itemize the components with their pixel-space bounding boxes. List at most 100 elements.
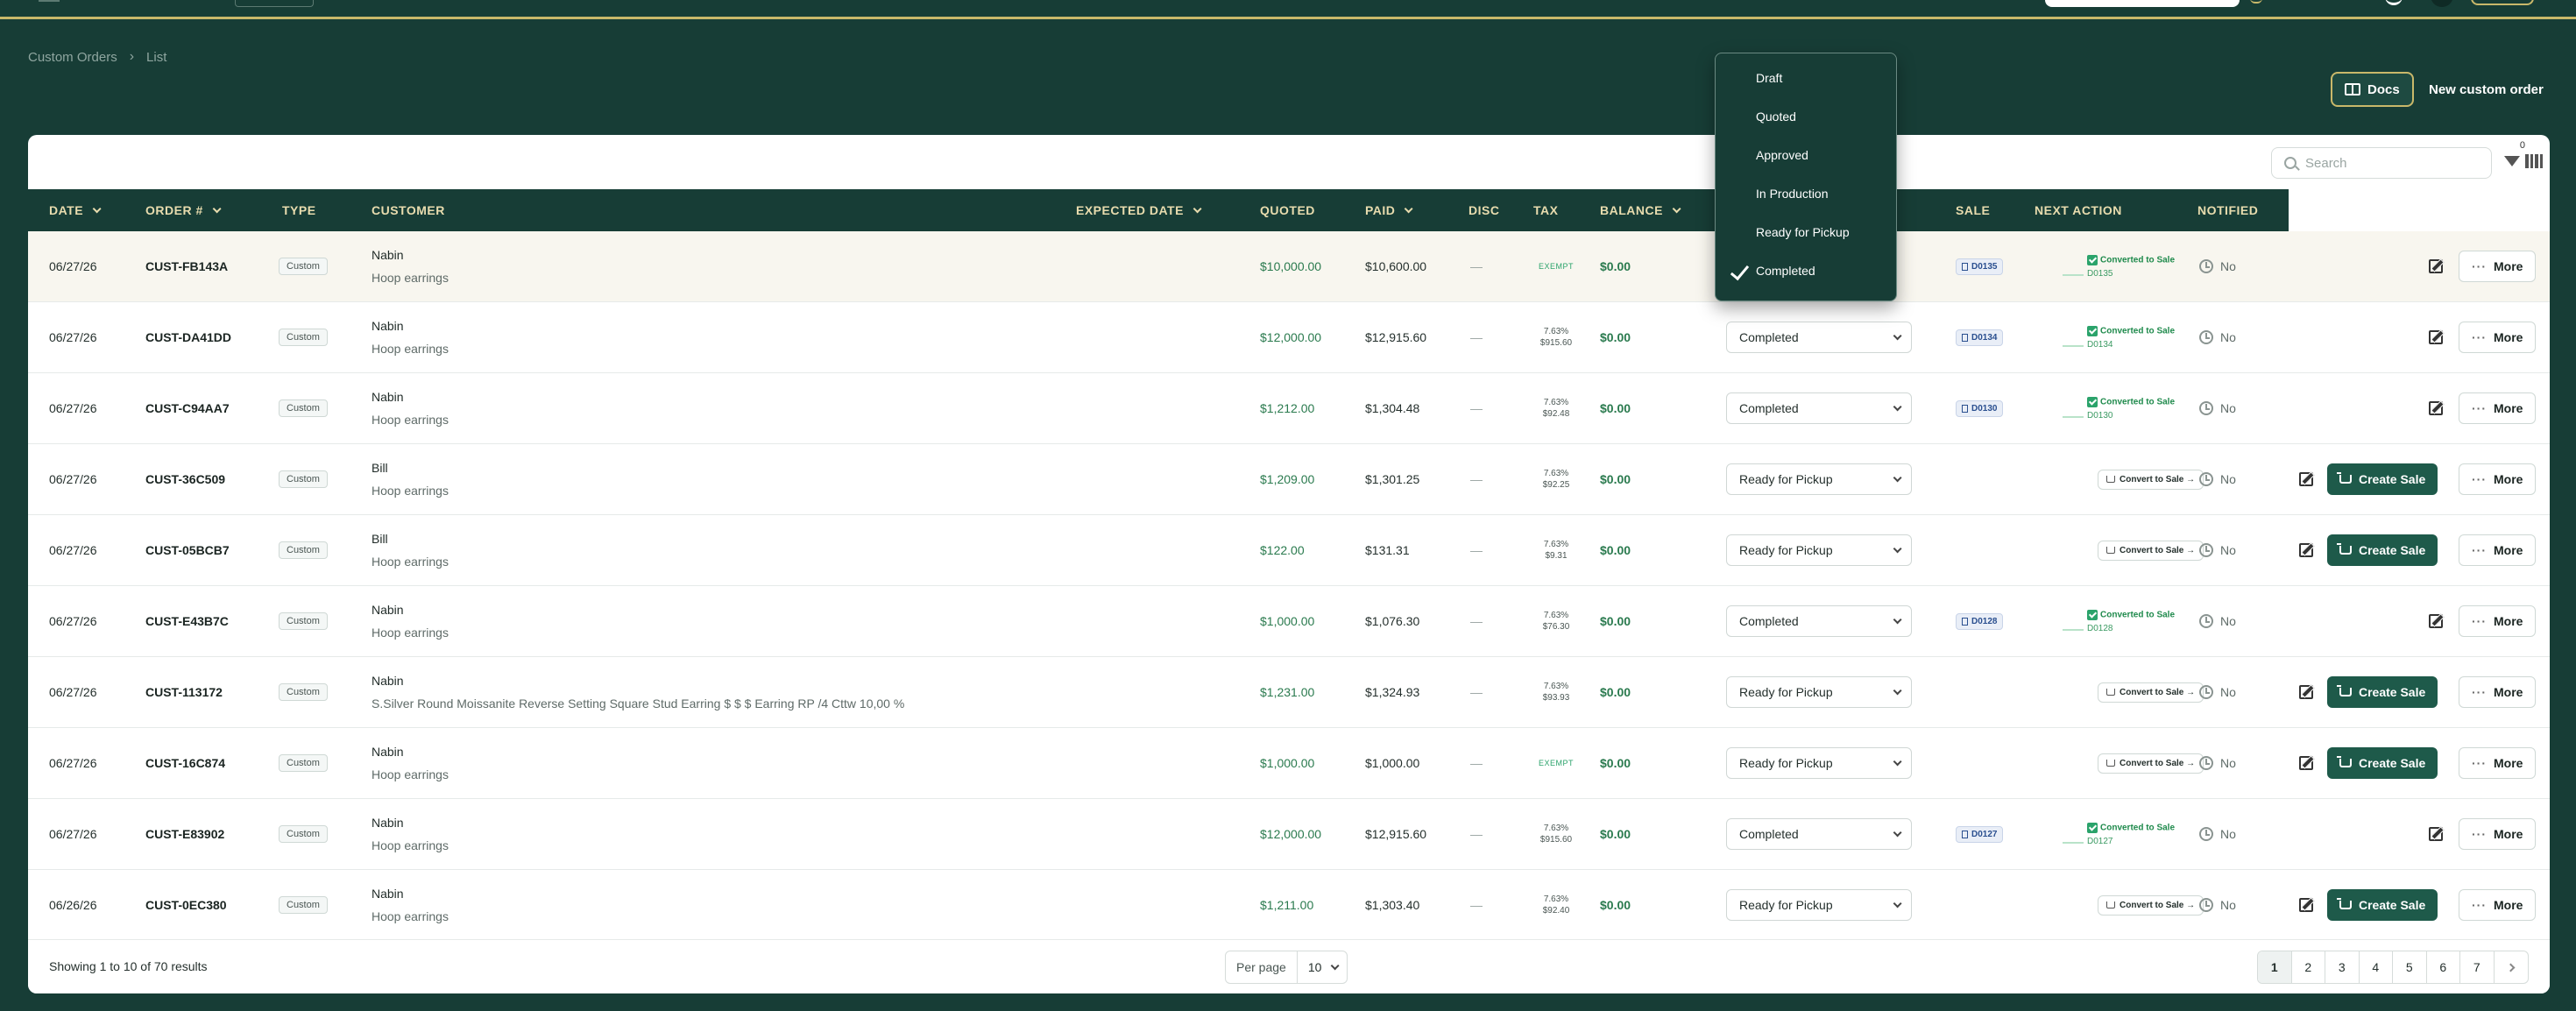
per-page-value-wrap[interactable]: 10: [1298, 951, 1348, 983]
sale-link[interactable]: D0134: [1956, 329, 2004, 346]
sale-link[interactable]: D0130: [1956, 399, 2004, 417]
global-search[interactable]: [2045, 0, 2240, 7]
status-option[interactable]: In Production: [1716, 174, 1896, 213]
table-row[interactable]: 06/27/26 CUST-E83902 Custom Nabin Hoop earri…: [28, 799, 2550, 870]
status-option[interactable]: Draft: [1716, 59, 1896, 97]
converted-sale-link[interactable]: D0128: [2087, 624, 2175, 633]
more-button[interactable]: ··· More: [2459, 322, 2537, 353]
convert-to-sale-button[interactable]: Convert to Sale →: [2098, 682, 2204, 703]
search-input[interactable]: [2305, 155, 2463, 171]
more-button[interactable]: ··· More: [2459, 676, 2537, 708]
status-select[interactable]: Ready for Pickup: [1726, 676, 1912, 708]
page-button[interactable]: 3: [2325, 951, 2360, 983]
create-sale-button[interactable]: Create Sale: [2327, 676, 2438, 708]
convert-to-sale-button[interactable]: Convert to Sale →: [2098, 540, 2204, 561]
create-sale-button[interactable]: Create Sale: [2327, 534, 2438, 566]
converted-sale-link[interactable]: D0134: [2087, 340, 2175, 350]
table-row[interactable]: 06/27/26 CUST-16C874 Custom Nabin Hoop earri…: [28, 728, 2550, 799]
row-order-number[interactable]: CUST-16C874: [145, 728, 225, 798]
status-select[interactable]: Completed: [1726, 818, 1912, 850]
edit-icon[interactable]: [2429, 827, 2443, 841]
status-option[interactable]: Approved: [1716, 136, 1896, 174]
row-order-number[interactable]: CUST-05BCB7: [145, 515, 230, 585]
status-select[interactable]: Ready for Pickup: [1726, 889, 1912, 921]
docs-button[interactable]: Docs: [2331, 72, 2414, 107]
table-row[interactable]: 06/27/26 CUST-05BCB7 Custom Bill Hoop earrin…: [28, 515, 2550, 586]
create-sale-button[interactable]: Create Sale: [2327, 889, 2438, 921]
more-button[interactable]: ··· More: [2459, 747, 2537, 779]
convert-to-sale-button[interactable]: Convert to Sale →: [2098, 469, 2204, 490]
converted-sale-link[interactable]: D0127: [2087, 837, 2175, 846]
table-row[interactable]: 06/27/26 CUST-DA41DD Custom Nabin Hoop earri…: [28, 302, 2550, 373]
page-button[interactable]: 5: [2393, 951, 2427, 983]
search-box[interactable]: [2271, 147, 2492, 179]
edit-icon[interactable]: [2429, 330, 2443, 344]
edit-icon[interactable]: [2299, 756, 2313, 770]
page-button[interactable]: 1: [2258, 951, 2292, 983]
sale-link[interactable]: D0127: [1956, 825, 2004, 843]
status-option[interactable]: Quoted: [1716, 97, 1896, 136]
table-row[interactable]: 06/27/26 CUST-36C509 Custom Bill Hoop earrin…: [28, 444, 2550, 515]
edit-icon[interactable]: [2429, 401, 2443, 415]
status-select[interactable]: Completed: [1726, 605, 1912, 637]
col-date[interactable]: DATE: [49, 189, 102, 231]
status-select[interactable]: Completed: [1726, 322, 1912, 353]
more-button[interactable]: ··· More: [2459, 463, 2537, 495]
edit-icon[interactable]: [2299, 898, 2313, 912]
menu-icon[interactable]: [39, 0, 60, 2]
table-row[interactable]: 06/27/26 CUST-C94AA7 Custom Nabin Hoop earri…: [28, 373, 2550, 444]
page-button[interactable]: 2: [2292, 951, 2325, 983]
more-button[interactable]: ··· More: [2459, 251, 2537, 282]
row-order-number[interactable]: CUST-DA41DD: [145, 302, 231, 372]
converted-sale-link[interactable]: D0130: [2087, 411, 2175, 421]
more-button[interactable]: ··· More: [2459, 392, 2537, 424]
col-paid[interactable]: PAID: [1365, 189, 1413, 231]
status-select[interactable]: Completed: [1726, 392, 1912, 424]
more-button[interactable]: ··· More: [2459, 889, 2537, 921]
table-row[interactable]: 06/27/26 CUST-113172 Custom Nabin S.Silver R…: [28, 657, 2550, 728]
status-select[interactable]: Ready for Pickup: [1726, 463, 1912, 495]
more-button[interactable]: ··· More: [2459, 818, 2537, 850]
row-order-number[interactable]: CUST-113172: [145, 657, 223, 727]
sale-link[interactable]: D0135: [1956, 258, 2004, 275]
sale-link[interactable]: D0128: [1956, 612, 2004, 630]
convert-to-sale-button[interactable]: Convert to Sale →: [2098, 894, 2204, 916]
create-sale-button[interactable]: Create Sale: [2327, 463, 2438, 495]
more-button[interactable]: ··· More: [2459, 534, 2537, 566]
status-option[interactable]: Ready for Pickup: [1716, 213, 1896, 251]
converted-sale-link[interactable]: D0135: [2087, 269, 2175, 279]
row-order-number[interactable]: CUST-FB143A: [145, 231, 228, 301]
page-button[interactable]: 6: [2427, 951, 2460, 983]
table-row[interactable]: 06/26/26 CUST-0EC380 Custom Nabin Hoop earri…: [28, 870, 2550, 941]
row-order-number[interactable]: CUST-C94AA7: [145, 373, 230, 443]
per-page-select[interactable]: Per page 10: [1225, 951, 1348, 984]
status-select[interactable]: Ready for Pickup: [1726, 534, 1912, 566]
page-button[interactable]: 4: [2360, 951, 2393, 983]
edit-icon[interactable]: [2429, 259, 2443, 273]
row-order-number[interactable]: CUST-0EC380: [145, 870, 227, 940]
account-button[interactable]: [2471, 0, 2534, 5]
col-expected[interactable]: EXPECTED DATE: [1076, 189, 1202, 231]
edit-icon[interactable]: [2299, 685, 2313, 699]
status-select[interactable]: Ready for Pickup: [1726, 747, 1912, 779]
create-sale-button[interactable]: Create Sale: [2327, 747, 2438, 779]
row-order-number[interactable]: CUST-36C509: [145, 444, 225, 514]
next-page-button[interactable]: [2495, 951, 2529, 983]
edit-icon[interactable]: [2299, 472, 2313, 486]
row-order-number[interactable]: CUST-E83902: [145, 799, 224, 869]
bell-icon[interactable]: [2250, 0, 2262, 4]
convert-to-sale-button[interactable]: Convert to Sale →: [2098, 753, 2204, 774]
col-balance[interactable]: BALANCE: [1600, 189, 1681, 231]
filter-icon[interactable]: [2504, 156, 2520, 166]
table-row[interactable]: 06/27/26 CUST-E43B7C Custom Nabin Hoop earri…: [28, 586, 2550, 657]
breadcrumb-root[interactable]: Custom Orders: [28, 50, 117, 65]
status-option[interactable]: Completed: [1716, 251, 1896, 290]
more-button[interactable]: ··· More: [2459, 605, 2537, 637]
edit-icon[interactable]: [2429, 614, 2443, 628]
avatar[interactable]: [2431, 0, 2453, 7]
nav-tab[interactable]: [235, 0, 314, 7]
col-order[interactable]: ORDER #: [145, 189, 222, 231]
table-row[interactable]: 06/27/26 CUST-FB143A Custom Nabin Hoop earri…: [28, 231, 2550, 302]
new-custom-order-button[interactable]: New custom order: [2429, 72, 2544, 107]
columns-icon[interactable]: [2525, 154, 2543, 168]
